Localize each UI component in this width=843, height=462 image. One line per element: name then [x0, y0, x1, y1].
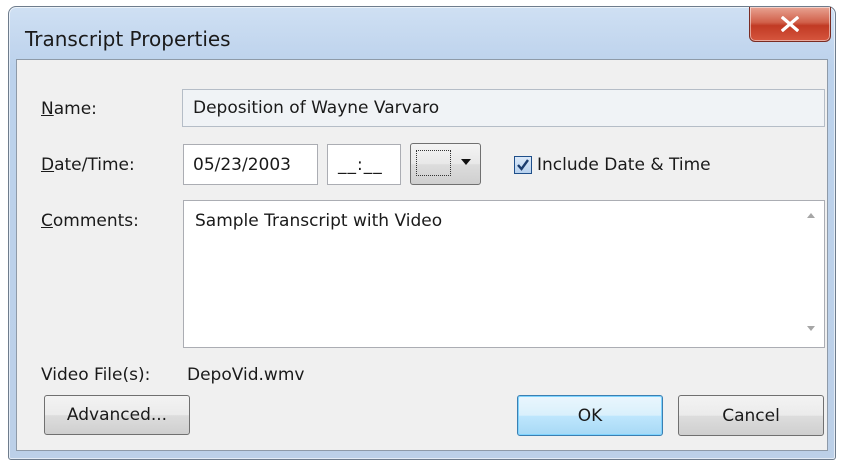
time-field-value: __:__: [338, 155, 383, 175]
dialog-window: Transcript Properties Name: Deposition o…: [8, 6, 836, 460]
chevron-down-icon: [461, 159, 471, 165]
ok-button[interactable]: OK: [517, 395, 663, 436]
date-field[interactable]: 05/23/2003: [183, 144, 318, 185]
video-file-value: DepoVid.wmv: [187, 365, 305, 385]
scroll-down-arrow-icon[interactable]: [807, 326, 815, 331]
include-date-time-label[interactable]: Include Date & Time: [537, 155, 711, 175]
date-field-value: 05/23/2003: [193, 155, 291, 175]
comments-label: Comments:: [41, 211, 139, 231]
name-field[interactable]: Deposition of Wayne Varvaro: [182, 89, 825, 127]
dropdown-focus-rect: [416, 150, 451, 176]
name-label: Name:: [41, 99, 97, 119]
include-date-time-checkbox[interactable]: [514, 156, 532, 174]
time-field[interactable]: __:__: [327, 144, 401, 185]
dialog-client-area: Name: Deposition of Wayne Varvaro Date/T…: [16, 59, 828, 451]
advanced-button[interactable]: Advanced...: [44, 395, 190, 435]
comments-field-value: Sample Transcript with Video: [195, 211, 443, 231]
video-files-label: Video File(s):: [41, 365, 151, 385]
calendar-dropdown-button[interactable]: [410, 143, 481, 185]
window-title: Transcript Properties: [25, 27, 231, 51]
title-bar[interactable]: Transcript Properties: [9, 7, 835, 59]
comments-scrollbar[interactable]: [800, 201, 824, 347]
cancel-button[interactable]: Cancel: [678, 395, 824, 436]
name-field-value: Deposition of Wayne Varvaro: [193, 98, 440, 118]
close-icon: [781, 16, 799, 32]
checkmark-icon: [517, 159, 529, 171]
date-time-label: Date/Time:: [41, 155, 135, 175]
comments-field[interactable]: Sample Transcript with Video: [183, 200, 825, 348]
scroll-up-arrow-icon[interactable]: [807, 213, 815, 218]
close-button[interactable]: [749, 7, 831, 42]
